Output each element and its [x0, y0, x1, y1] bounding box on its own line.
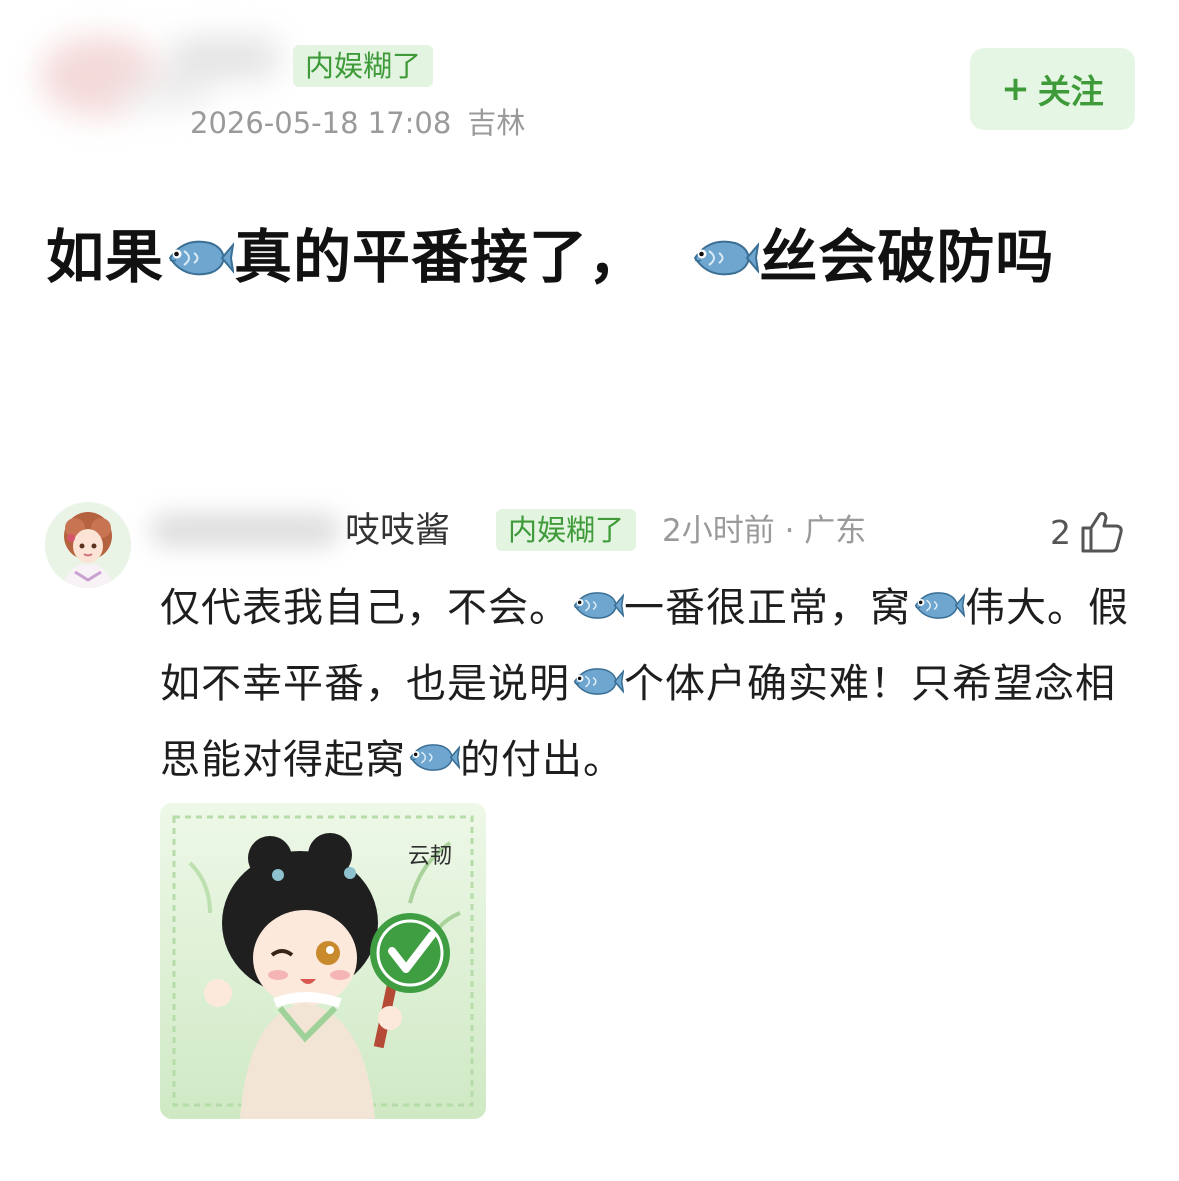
plus-icon: +	[1001, 69, 1030, 109]
commenter-name[interactable]: 吱吱酱	[345, 507, 450, 555]
comment-text[interactable]: 仅代表我自己，不会。 一番很正常，窝 伟大。假如不幸平番，也是说明 个体户确实难！只希…	[160, 572, 1140, 800]
comment-meta: 2小时前 · 广东	[662, 513, 867, 549]
like-button[interactable]: 2	[1050, 502, 1125, 562]
commenter-name-blurred[interactable]	[140, 505, 350, 557]
fish-emoji-icon	[406, 728, 461, 800]
fish-emoji-icon	[689, 218, 760, 308]
sticker-illustration: 云韧	[160, 803, 486, 1119]
post-title-part: 丝会破防吗	[759, 223, 1055, 291]
follow-button[interactable]: + 关注	[970, 48, 1135, 130]
sticker-signature: 云韧	[408, 844, 452, 869]
page: 内娱糊了 2026-05-18 17:08 吉林 + 关注 如果 真的平番接了， 丝…	[0, 0, 1179, 1181]
commenter-avatar[interactable]	[45, 502, 131, 588]
thumbs-up-icon	[1081, 512, 1123, 553]
comment-text-part: 一番很正常，窝	[624, 585, 911, 631]
avatar-illustration	[45, 502, 131, 588]
fish-emoji-icon	[911, 576, 966, 648]
post-title-part: 如果	[46, 223, 165, 291]
fish-emoji-icon	[570, 652, 625, 724]
post-date: 2026-05-18 17:08	[190, 106, 452, 140]
comment-text-part: 的付出。	[460, 737, 624, 783]
post-title-part: 真的平番接了，	[234, 223, 648, 291]
fish-emoji-icon	[570, 576, 625, 648]
follow-button-label: 关注	[1037, 72, 1104, 111]
fish-emoji-icon	[164, 218, 235, 308]
comment-text-part: 仅代表我自己，不会。	[160, 585, 570, 631]
commenter-tag[interactable]: 内娱糊了	[496, 509, 637, 551]
like-count: 2	[1050, 512, 1071, 552]
post-title[interactable]: 如果 真的平番接了， 丝会破防吗	[46, 212, 1136, 308]
post-meta: 2026-05-18 17:08 吉林	[190, 102, 525, 144]
comment-sticker-image[interactable]: 云韧	[160, 803, 486, 1119]
post-location: 吉林	[467, 106, 526, 140]
post-author-tag[interactable]: 内娱糊了	[293, 45, 434, 87]
